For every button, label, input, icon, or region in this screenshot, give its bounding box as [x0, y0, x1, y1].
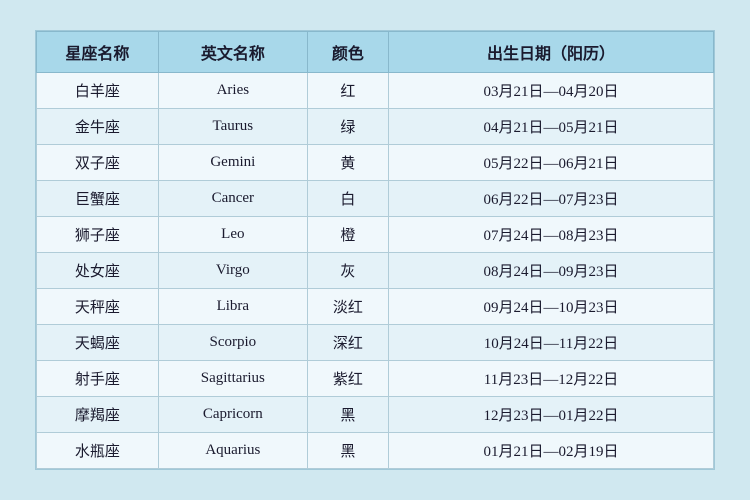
table-header-row: 星座名称 英文名称 颜色 出生日期（阳历）: [37, 32, 714, 73]
cell-date: 10月24日—11月22日: [389, 325, 714, 361]
cell-chinese: 处女座: [37, 253, 159, 289]
table-row: 金牛座Taurus绿04月21日—05月21日: [37, 109, 714, 145]
cell-chinese: 天蝎座: [37, 325, 159, 361]
cell-english: Libra: [158, 289, 307, 325]
zodiac-table: 星座名称 英文名称 颜色 出生日期（阳历） 白羊座Aries红03月21日—04…: [36, 31, 714, 469]
cell-english: Sagittarius: [158, 361, 307, 397]
cell-color: 黄: [307, 145, 388, 181]
cell-date: 01月21日—02月19日: [389, 433, 714, 469]
table-row: 摩羯座Capricorn黑12月23日—01月22日: [37, 397, 714, 433]
table-row: 狮子座Leo橙07月24日—08月23日: [37, 217, 714, 253]
cell-english: Taurus: [158, 109, 307, 145]
header-chinese: 星座名称: [37, 32, 159, 73]
cell-date: 03月21日—04月20日: [389, 73, 714, 109]
header-date: 出生日期（阳历）: [389, 32, 714, 73]
cell-chinese: 狮子座: [37, 217, 159, 253]
cell-date: 11月23日—12月22日: [389, 361, 714, 397]
cell-color: 橙: [307, 217, 388, 253]
cell-color: 灰: [307, 253, 388, 289]
cell-date: 05月22日—06月21日: [389, 145, 714, 181]
cell-color: 绿: [307, 109, 388, 145]
cell-color: 淡红: [307, 289, 388, 325]
table-row: 射手座Sagittarius紫红11月23日—12月22日: [37, 361, 714, 397]
cell-color: 红: [307, 73, 388, 109]
header-english: 英文名称: [158, 32, 307, 73]
cell-color: 黑: [307, 397, 388, 433]
cell-english: Leo: [158, 217, 307, 253]
cell-color: 深红: [307, 325, 388, 361]
cell-chinese: 双子座: [37, 145, 159, 181]
cell-chinese: 金牛座: [37, 109, 159, 145]
table-body: 白羊座Aries红03月21日—04月20日金牛座Taurus绿04月21日—0…: [37, 73, 714, 469]
table-row: 处女座Virgo灰08月24日—09月23日: [37, 253, 714, 289]
cell-chinese: 天秤座: [37, 289, 159, 325]
cell-english: Virgo: [158, 253, 307, 289]
cell-color: 黑: [307, 433, 388, 469]
cell-date: 09月24日—10月23日: [389, 289, 714, 325]
cell-chinese: 巨蟹座: [37, 181, 159, 217]
cell-chinese: 白羊座: [37, 73, 159, 109]
cell-english: Aries: [158, 73, 307, 109]
cell-chinese: 水瓶座: [37, 433, 159, 469]
table-row: 双子座Gemini黄05月22日—06月21日: [37, 145, 714, 181]
cell-chinese: 射手座: [37, 361, 159, 397]
zodiac-table-container: 星座名称 英文名称 颜色 出生日期（阳历） 白羊座Aries红03月21日—04…: [35, 30, 715, 470]
cell-chinese: 摩羯座: [37, 397, 159, 433]
cell-english: Scorpio: [158, 325, 307, 361]
table-row: 天秤座Libra淡红09月24日—10月23日: [37, 289, 714, 325]
cell-color: 紫红: [307, 361, 388, 397]
cell-date: 07月24日—08月23日: [389, 217, 714, 253]
table-row: 水瓶座Aquarius黑01月21日—02月19日: [37, 433, 714, 469]
cell-english: Capricorn: [158, 397, 307, 433]
table-row: 巨蟹座Cancer白06月22日—07月23日: [37, 181, 714, 217]
cell-date: 08月24日—09月23日: [389, 253, 714, 289]
cell-date: 06月22日—07月23日: [389, 181, 714, 217]
cell-english: Gemini: [158, 145, 307, 181]
cell-color: 白: [307, 181, 388, 217]
header-color: 颜色: [307, 32, 388, 73]
table-row: 天蝎座Scorpio深红10月24日—11月22日: [37, 325, 714, 361]
cell-english: Aquarius: [158, 433, 307, 469]
cell-date: 12月23日—01月22日: [389, 397, 714, 433]
table-row: 白羊座Aries红03月21日—04月20日: [37, 73, 714, 109]
cell-english: Cancer: [158, 181, 307, 217]
cell-date: 04月21日—05月21日: [389, 109, 714, 145]
